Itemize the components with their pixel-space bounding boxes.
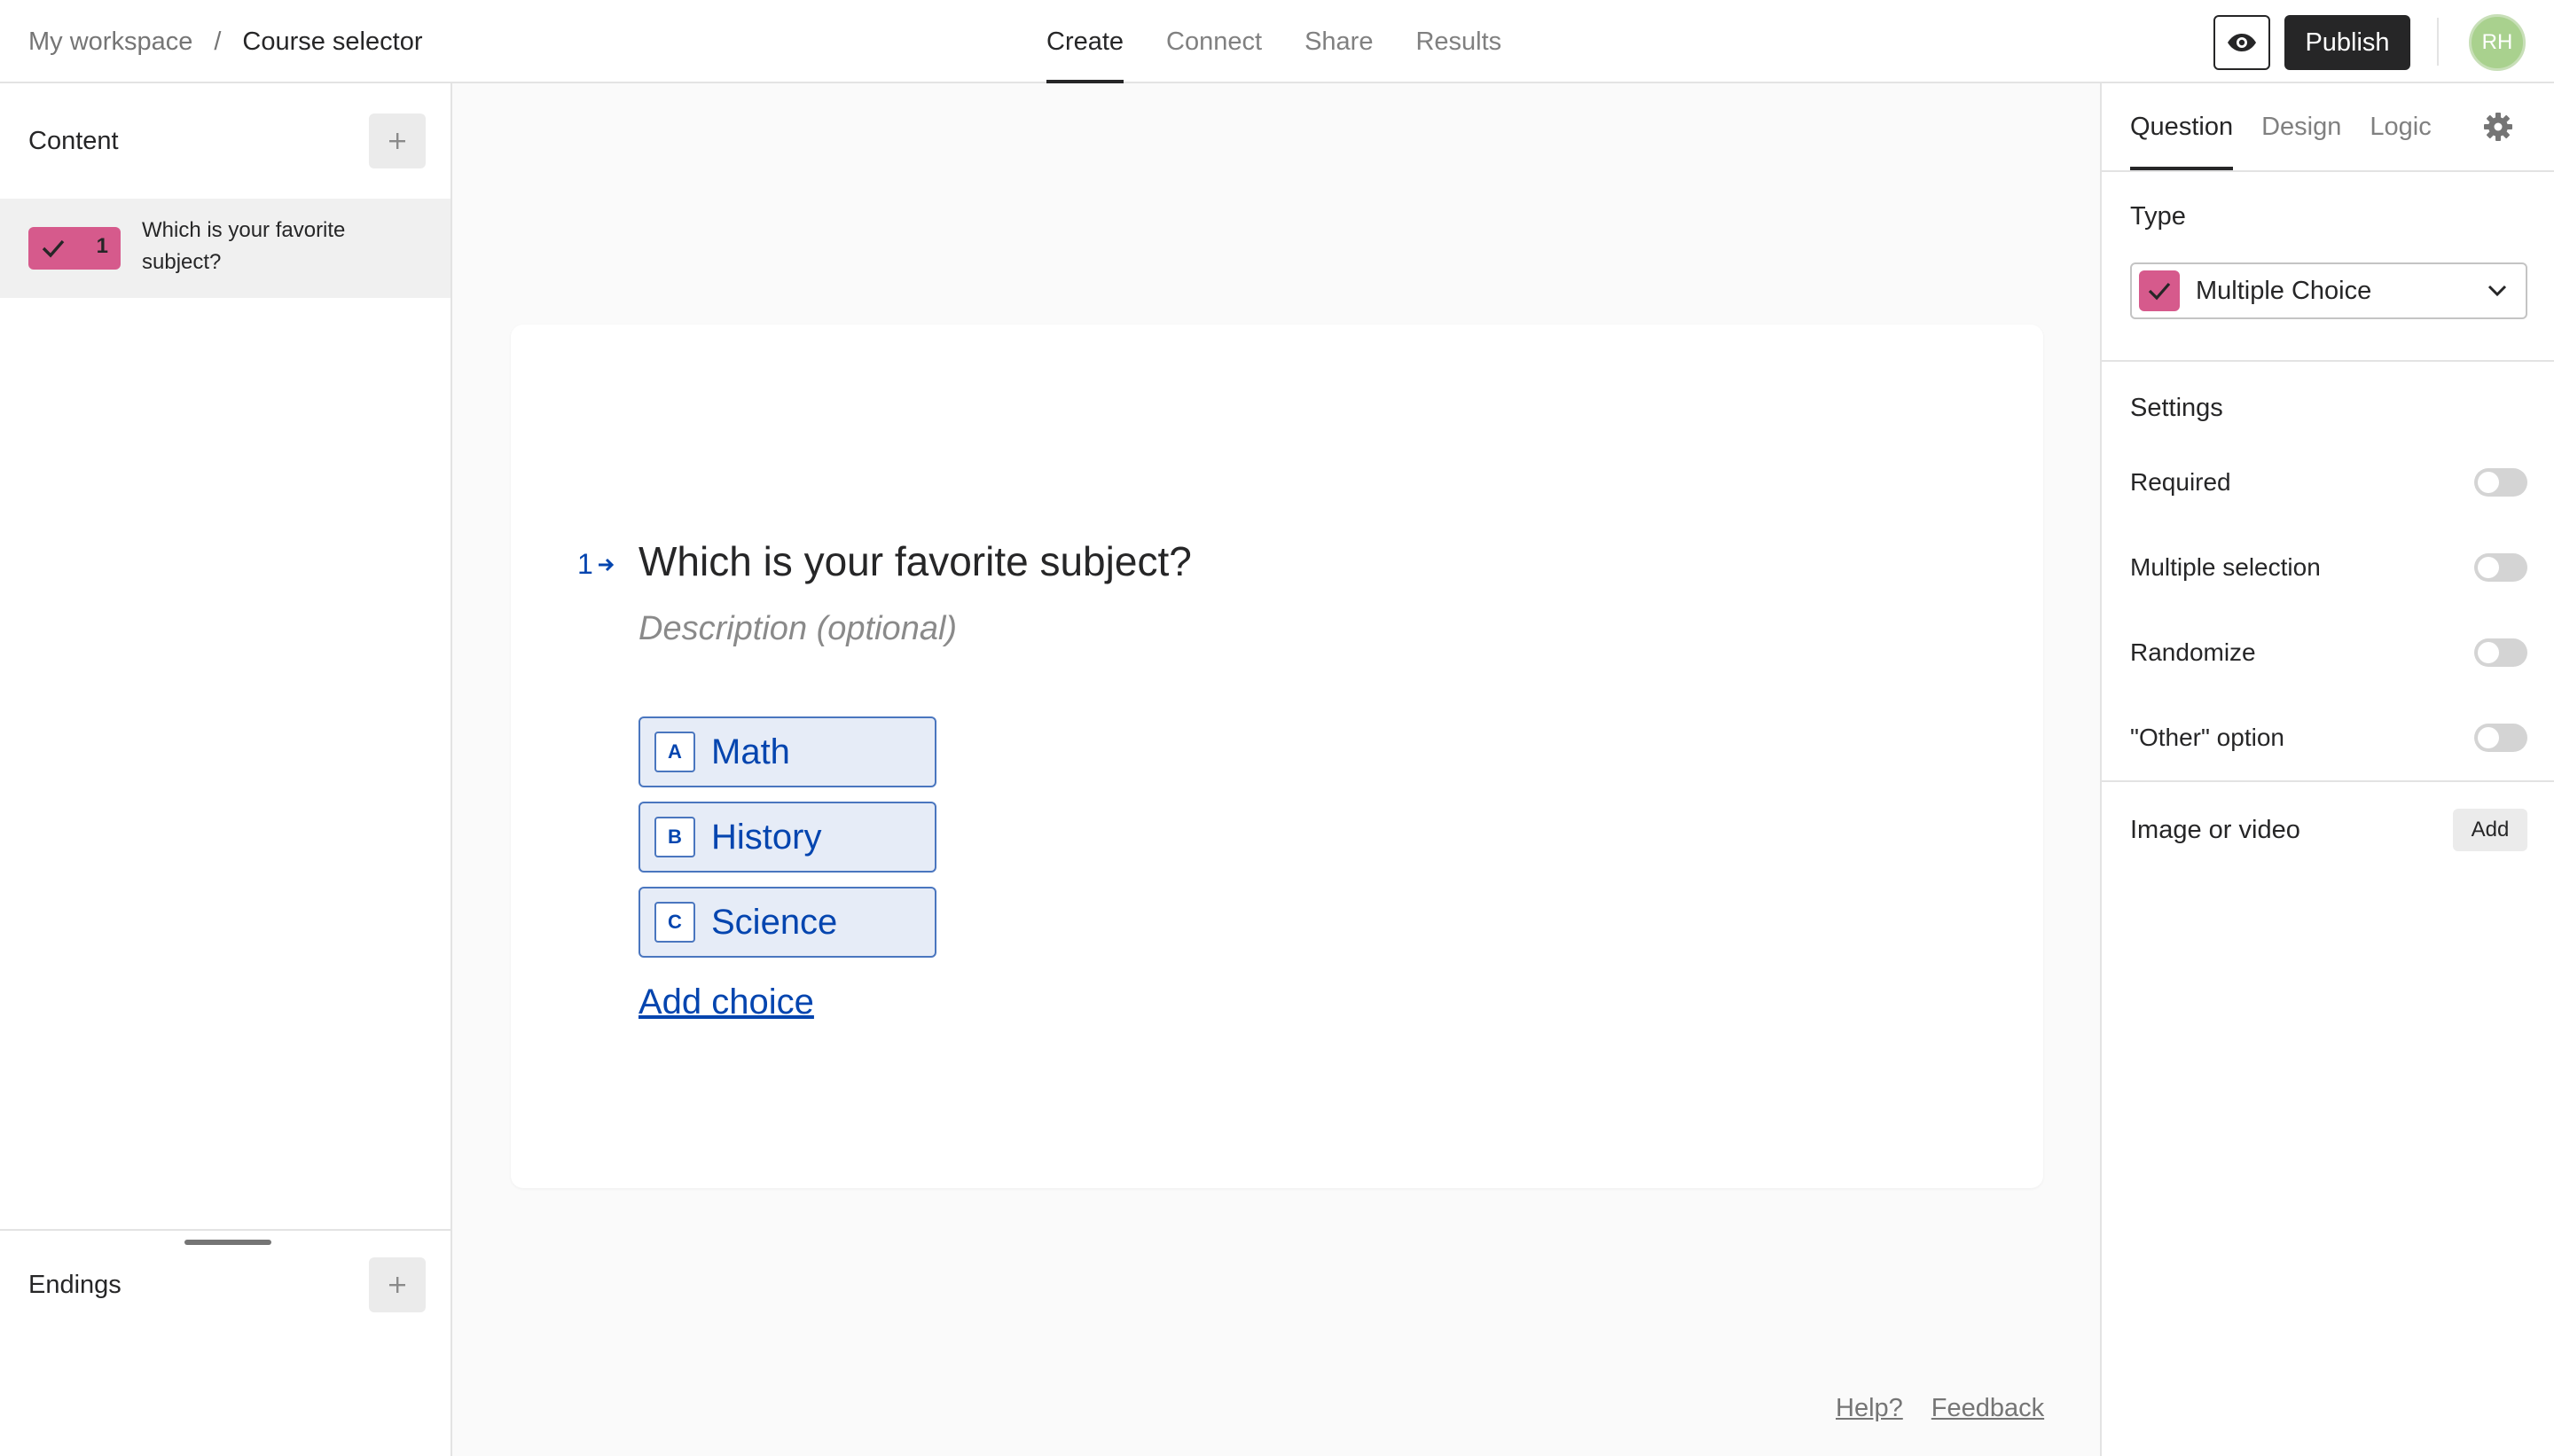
panel-divider <box>2102 360 2554 362</box>
setting-label: Randomize <box>2130 638 2256 666</box>
footer-links: Help? Feedback <box>1836 1394 2072 1423</box>
tab-share[interactable]: Share <box>1304 0 1373 83</box>
arrow-right-icon <box>598 558 614 571</box>
add-ending-button[interactable] <box>369 1257 426 1312</box>
type-select-value: Multiple Choice <box>2196 276 2372 305</box>
breadcrumb: My workspace / Course selector <box>28 0 422 83</box>
header-divider <box>2437 18 2439 66</box>
tab-question[interactable]: Question <box>2130 83 2234 170</box>
endings-section-title: Endings <box>28 1270 121 1299</box>
setting-label: Required <box>2130 468 2231 496</box>
list-item[interactable]: 1 Which is your favorite subject? <box>0 199 450 298</box>
add-media-button[interactable]: Add <box>2453 809 2527 851</box>
question-type-select[interactable]: Multiple Choice <box>2130 262 2527 319</box>
setting-label: Multiple selection <box>2130 553 2321 581</box>
choice-option[interactable]: B History <box>638 802 936 873</box>
panel-divider <box>2102 780 2554 782</box>
setting-other-option: "Other" option <box>2130 720 2527 755</box>
chevron-down-icon <box>2487 285 2507 297</box>
choice-key: B <box>654 817 695 857</box>
tab-create[interactable]: Create <box>1046 0 1124 83</box>
preview-button[interactable] <box>2213 15 2270 70</box>
tab-logic[interactable]: Logic <box>2370 83 2431 170</box>
choice-key: C <box>654 902 695 943</box>
type-label: Type <box>2130 202 2186 231</box>
settings-label: Settings <box>2130 394 2223 422</box>
tab-results[interactable]: Results <box>1415 0 1501 83</box>
choice-key: A <box>654 732 695 772</box>
randomize-toggle[interactable] <box>2474 638 2527 667</box>
media-label: Image or video <box>2130 816 2300 844</box>
choice-label[interactable]: Science <box>711 903 837 943</box>
tab-connect[interactable]: Connect <box>1166 0 1262 83</box>
add-choice-link[interactable]: Add choice <box>638 982 814 1022</box>
setting-randomize: Randomize <box>2130 635 2527 670</box>
setting-required: Required <box>2130 465 2527 500</box>
feedback-link[interactable]: Feedback <box>1931 1394 2044 1423</box>
question-number: 1 <box>577 548 616 581</box>
question-title[interactable]: Which is your favorite subject? <box>638 537 1192 585</box>
question-card: 1 Which is your favorite subject? Descri… <box>511 325 2043 1188</box>
checkmark-icon <box>42 239 65 258</box>
question-settings-panel: Question Design Logic Type Multiple Choi… <box>2100 83 2554 1456</box>
resize-handle[interactable] <box>184 1240 271 1245</box>
multiple-selection-toggle[interactable] <box>2474 553 2527 582</box>
panel-divider <box>2102 170 2554 172</box>
plus-icon <box>389 1277 405 1293</box>
tab-design[interactable]: Design <box>2261 83 2341 170</box>
item-number: 1 <box>96 234 108 258</box>
choice-label[interactable]: History <box>711 818 821 857</box>
multiple-choice-icon <box>2139 270 2180 311</box>
content-sidebar: Content 1 Which is your favorite subject… <box>0 83 452 1456</box>
breadcrumb-separator: / <box>214 27 222 56</box>
settings-tabs: Question Design Logic <box>2130 83 2460 170</box>
other-option-toggle[interactable] <box>2474 724 2527 752</box>
plus-icon <box>389 133 405 149</box>
required-toggle[interactable] <box>2474 468 2527 497</box>
content-section-title: Content <box>28 126 119 155</box>
gear-icon[interactable] <box>2483 112 2513 146</box>
help-link[interactable]: Help? <box>1836 1394 1903 1423</box>
choice-option[interactable]: C Science <box>638 887 936 958</box>
eye-icon <box>2228 34 2256 51</box>
endings-divider <box>0 1229 450 1231</box>
breadcrumb-page-title[interactable]: Course selector <box>242 27 422 57</box>
breadcrumb-workspace[interactable]: My workspace <box>28 27 192 57</box>
question-description[interactable]: Description (optional) <box>638 610 957 648</box>
top-bar: My workspace / Course selector Create Co… <box>0 0 2554 83</box>
add-content-button[interactable] <box>369 114 426 168</box>
setting-multiple-selection: Multiple selection <box>2130 550 2527 585</box>
choice-label[interactable]: Math <box>711 732 790 772</box>
avatar[interactable]: RH <box>2469 14 2526 71</box>
publish-button[interactable]: Publish <box>2284 15 2410 70</box>
main-tabs: Create Connect Share Results <box>1046 0 1544 83</box>
question-number-text: 1 <box>577 548 593 580</box>
setting-label: "Other" option <box>2130 724 2284 751</box>
item-title: Which is your favorite subject? <box>142 218 346 274</box>
choice-option[interactable]: A Math <box>638 716 936 787</box>
multiple-choice-badge: 1 <box>28 227 121 270</box>
